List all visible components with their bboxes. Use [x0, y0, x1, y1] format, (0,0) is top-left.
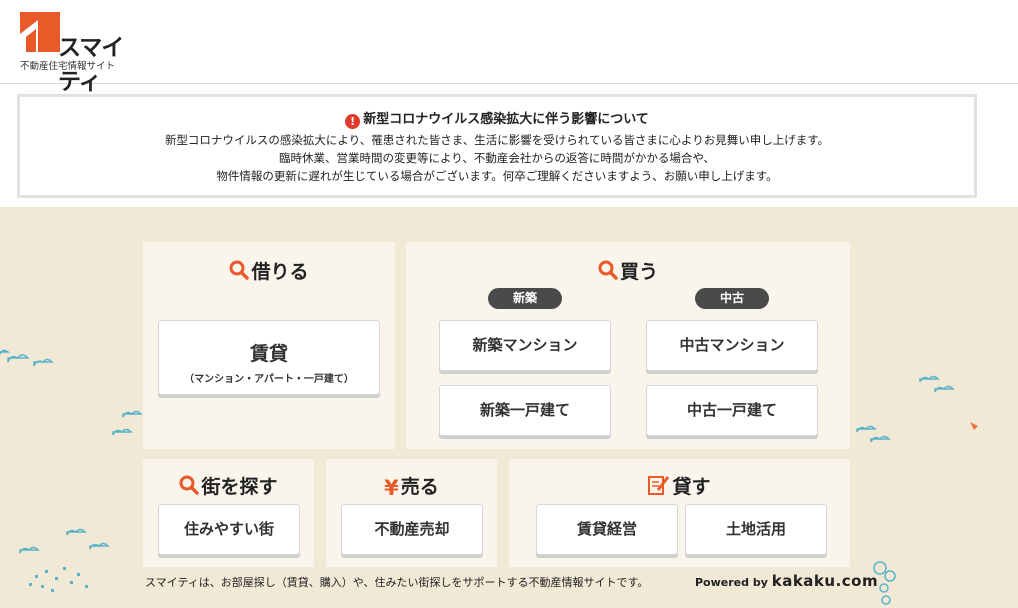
lend-title-text: 貸す — [672, 476, 711, 498]
cloud-decoration-icon — [19, 528, 110, 592]
rent-title: 借りる — [143, 257, 395, 284]
site-logo[interactable]: スマイティ 不動産住宅情報サイト — [20, 12, 140, 95]
notice-line-1: 新型コロナウイルスの感染拡大により、罹患された皆さま、生活に影響を受けられている… — [164, 133, 830, 147]
cloud-decoration-icon — [0, 349, 54, 367]
search-icon — [179, 475, 200, 495]
yen-icon: ¥ — [384, 476, 399, 500]
buy-panel: 買う 新築 中古 新築マンション 中古マンション 新築一戸建て 中古一戸建て — [406, 242, 850, 449]
land-use-button[interactable]: 土地活用 — [685, 504, 827, 555]
notice-line-3: 物件情報の更新に遅れが生じている場合がございます。何卒ご理解くださいますよう、お… — [216, 169, 778, 183]
sell-title: ¥ 売る — [326, 472, 497, 500]
covid-notice: ! 新型コロナウイルス感染拡大に伴う影響について 新型コロナウイルスの感染拡大によ… — [17, 94, 977, 198]
sell-title-text: 売る — [400, 476, 439, 498]
rent-panel: 借りる 賃貸 （マンション・アパート・一戸建て） — [143, 242, 395, 449]
lend-title: 貸す — [509, 472, 850, 499]
powered-by[interactable]: Powered by kakaku.com — [695, 572, 878, 590]
memo-pencil-icon — [648, 476, 670, 495]
sell-property-button[interactable]: 不動産売却 — [341, 504, 483, 555]
search-icon — [598, 260, 618, 280]
buy-title-text: 買う — [619, 261, 658, 283]
lend-panel: 貸す 賃貸経営 土地活用 — [509, 459, 850, 567]
site-description: スマイティは、お部屋探し（賃貸、購入）や、住みたい街探しをサポートする不動産情報… — [145, 576, 649, 589]
new-house-button[interactable]: 新築一戸建て — [439, 385, 611, 436]
used-tag: 中古 — [695, 288, 769, 309]
sell-panel: ¥ 売る 不動産売却 — [326, 459, 497, 567]
buy-title: 買う — [406, 257, 850, 284]
logo-subtitle: 不動産住宅情報サイト — [20, 61, 116, 72]
house-logo-icon — [20, 12, 60, 52]
search-icon — [229, 260, 250, 280]
cloud-decoration-icon — [112, 410, 143, 436]
kakaku-logo: kakaku.com — [771, 572, 879, 590]
rent-title-text: 借りる — [251, 261, 309, 283]
town-panel: 街を探す 住みやすい街 — [143, 459, 314, 567]
powered-by-label: Powered by — [695, 576, 768, 589]
notice-line-2: 臨時休業、営業時間の変更等により、不動産会社からの返答に時間がかかる場合や、 — [279, 151, 715, 165]
new-tag: 新築 — [488, 288, 562, 309]
livable-town-button[interactable]: 住みやすい街 — [158, 504, 300, 555]
rental-management-button[interactable]: 賃貸経営 — [536, 504, 678, 555]
cloud-decoration-icon — [919, 375, 978, 430]
new-mansion-button[interactable]: 新築マンション — [439, 320, 611, 371]
town-title-text: 街を探す — [201, 476, 278, 498]
alert-icon: ! — [345, 114, 361, 129]
rent-button-label: 賃貸 — [249, 343, 288, 365]
used-house-button[interactable]: 中古一戸建て — [646, 385, 818, 436]
notice-title: ! 新型コロナウイルス感染拡大に伴う影響について — [20, 108, 974, 129]
rent-button[interactable]: 賃貸 （マンション・アパート・一戸建て） — [158, 320, 380, 395]
rent-button-sublabel: （マンション・アパート・一戸建て） — [184, 374, 354, 385]
notice-title-text: 新型コロナウイルス感染拡大に伴う影響について — [363, 112, 649, 127]
town-title: 街を探す — [143, 472, 314, 499]
cloud-decoration-icon — [856, 425, 891, 443]
used-mansion-button[interactable]: 中古マンション — [646, 320, 818, 371]
site-header: スマイティ 不動産住宅情報サイト — [0, 0, 1018, 95]
